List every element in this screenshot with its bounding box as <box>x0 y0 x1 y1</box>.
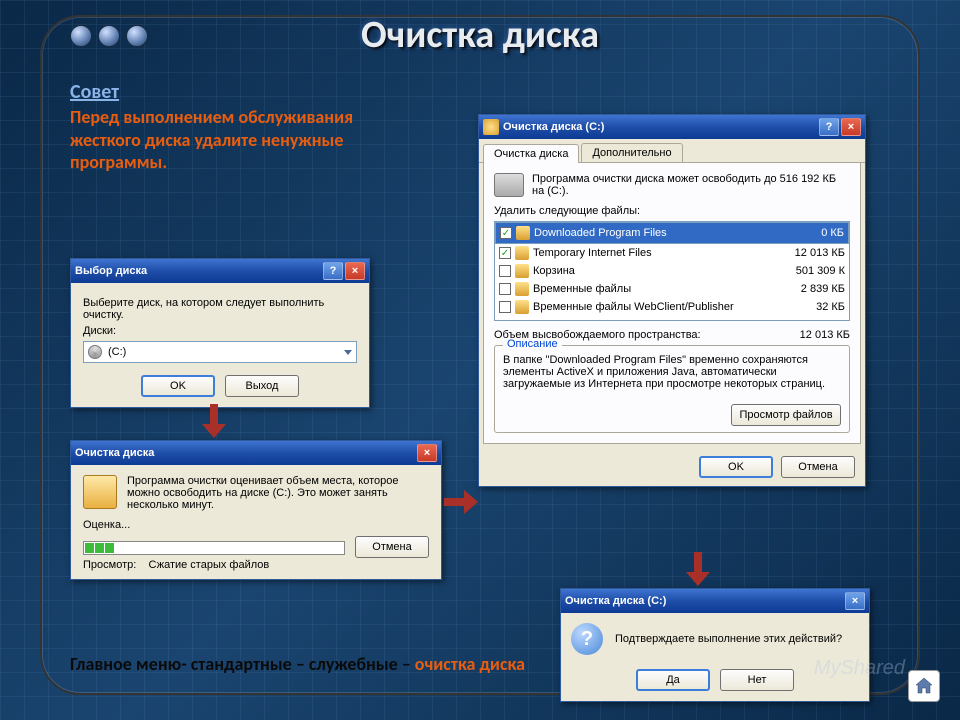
progress-bar <box>83 541 345 555</box>
checkbox[interactable] <box>499 301 511 313</box>
field-label: Диски: <box>83 325 357 337</box>
file-size: 501 309 К <box>777 265 845 277</box>
file-name: Корзина <box>533 265 773 277</box>
file-size: 12 013 КБ <box>777 247 845 259</box>
arrow-right-icon <box>444 488 480 516</box>
confirm-message: Подтверждаете выполнение этих действий? <box>615 633 859 645</box>
file-list-item[interactable]: ✓ Downloaded Program Files 0 КБ <box>495 222 849 244</box>
scan-value: Сжатие старых файлов <box>149 559 270 571</box>
intro-text: Программа очистки диска может освободить… <box>532 173 850 197</box>
home-button[interactable] <box>908 670 940 702</box>
file-name: Временные файлы WebClient/Publisher <box>533 301 773 313</box>
titlebar: Выбор диска ? × <box>71 259 369 283</box>
path-plain: Главное меню- стандартные – служебные – <box>70 653 415 675</box>
tip-block: Совет Перед выполнением обслуживания жес… <box>70 80 420 174</box>
path-accent: очистка диска <box>415 653 525 675</box>
desc-heading: Описание <box>503 338 562 350</box>
titlebar: Очистка диска × <box>71 441 441 465</box>
prompt-text: Выберите диск, на котором следует выполн… <box>83 297 357 321</box>
no-button[interactable]: Нет <box>720 669 794 691</box>
file-list-item[interactable]: ✓ Temporary Internet Files 12 013 КБ <box>495 244 849 262</box>
tip-heading: Совет <box>70 80 420 104</box>
stage-label: Оценка... <box>83 519 429 531</box>
file-name: Временные файлы <box>533 283 773 295</box>
chevron-down-icon <box>344 350 352 355</box>
cleanup-dialog: Очистка диска (C:) ? × Очистка диска Доп… <box>478 114 866 487</box>
checkbox[interactable]: ✓ <box>500 227 512 239</box>
tab-cleanup[interactable]: Очистка диска <box>483 144 579 163</box>
file-icon <box>515 264 529 278</box>
yes-button[interactable]: Да <box>636 669 710 691</box>
file-icon <box>515 246 529 260</box>
ok-button[interactable]: OK <box>141 375 215 397</box>
file-list-item[interactable]: Корзина 501 309 К <box>495 262 849 280</box>
dialog-title: Очистка диска <box>75 447 154 459</box>
close-button[interactable]: × <box>417 444 437 462</box>
home-icon <box>914 676 934 696</box>
select-disk-dialog: Выбор диска ? × Выберите диск, на которо… <box>70 258 370 408</box>
close-button[interactable]: × <box>841 118 861 136</box>
scan-label: Просмотр: <box>83 559 136 571</box>
cancel-button[interactable]: Отмена <box>355 536 429 558</box>
file-icon <box>515 300 529 314</box>
dialog-title: Выбор диска <box>75 265 147 277</box>
checkbox[interactable]: ✓ <box>499 247 511 259</box>
file-icon <box>516 226 530 240</box>
cleanup-icon <box>83 475 117 509</box>
app-icon <box>483 119 499 135</box>
file-size: 0 КБ <box>776 227 844 239</box>
close-button[interactable]: × <box>345 262 365 280</box>
confirm-dialog: Очистка диска (C:) × ? Подтверждаете вып… <box>560 588 870 702</box>
progress-message: Программа очистки оценивает объем места,… <box>127 475 429 511</box>
help-button[interactable]: ? <box>819 118 839 136</box>
drive-icon <box>494 173 524 197</box>
drive-value: (C:) <box>108 346 344 358</box>
question-icon: ? <box>571 623 603 655</box>
exit-button[interactable]: Выход <box>225 375 299 397</box>
disk-icon <box>88 345 102 359</box>
file-list-item[interactable]: Временные файлы 2 839 КБ <box>495 280 849 298</box>
titlebar: Очистка диска (C:) × <box>561 589 869 613</box>
file-list[interactable]: ✓ Downloaded Program Files 0 КБ ✓ Temporary … <box>494 221 850 321</box>
slide-title: Очистка диска <box>0 12 960 58</box>
list-label: Удалить следующие файлы: <box>494 205 850 217</box>
dialog-title: Очистка диска (C:) <box>565 595 666 607</box>
tab-advanced[interactable]: Дополнительно <box>581 143 682 162</box>
file-name: Temporary Internet Files <box>533 247 773 259</box>
dialog-title: Очистка диска (C:) <box>503 121 604 133</box>
drive-select[interactable]: (C:) <box>83 341 357 363</box>
help-button[interactable]: ? <box>323 262 343 280</box>
free-value: 12 013 КБ <box>800 329 850 341</box>
progress-dialog: Очистка диска × Программа очистки оценив… <box>70 440 442 580</box>
menu-path: Главное меню- стандартные – служебные – … <box>70 653 525 675</box>
checkbox[interactable] <box>499 283 511 295</box>
ok-button[interactable]: OK <box>699 456 773 478</box>
file-list-item[interactable]: Временные файлы WebClient/Publisher 32 КБ <box>495 298 849 316</box>
tab-bar: Очистка диска Дополнительно <box>479 139 865 163</box>
titlebar: Очистка диска (C:) ? × <box>479 115 865 139</box>
view-files-button[interactable]: Просмотр файлов <box>731 404 841 426</box>
cancel-button[interactable]: Отмена <box>781 456 855 478</box>
close-button[interactable]: × <box>845 592 865 610</box>
file-size: 2 839 КБ <box>777 283 845 295</box>
file-name: Downloaded Program Files <box>534 227 772 239</box>
desc-body: В папке "Downloaded Program Files" време… <box>503 354 841 390</box>
checkbox[interactable] <box>499 265 511 277</box>
arrow-down-icon <box>684 552 712 588</box>
file-size: 32 КБ <box>777 301 845 313</box>
tip-body: Перед выполнением обслуживания жесткого … <box>70 106 420 174</box>
file-icon <box>515 282 529 296</box>
arrow-down-icon <box>200 404 228 440</box>
